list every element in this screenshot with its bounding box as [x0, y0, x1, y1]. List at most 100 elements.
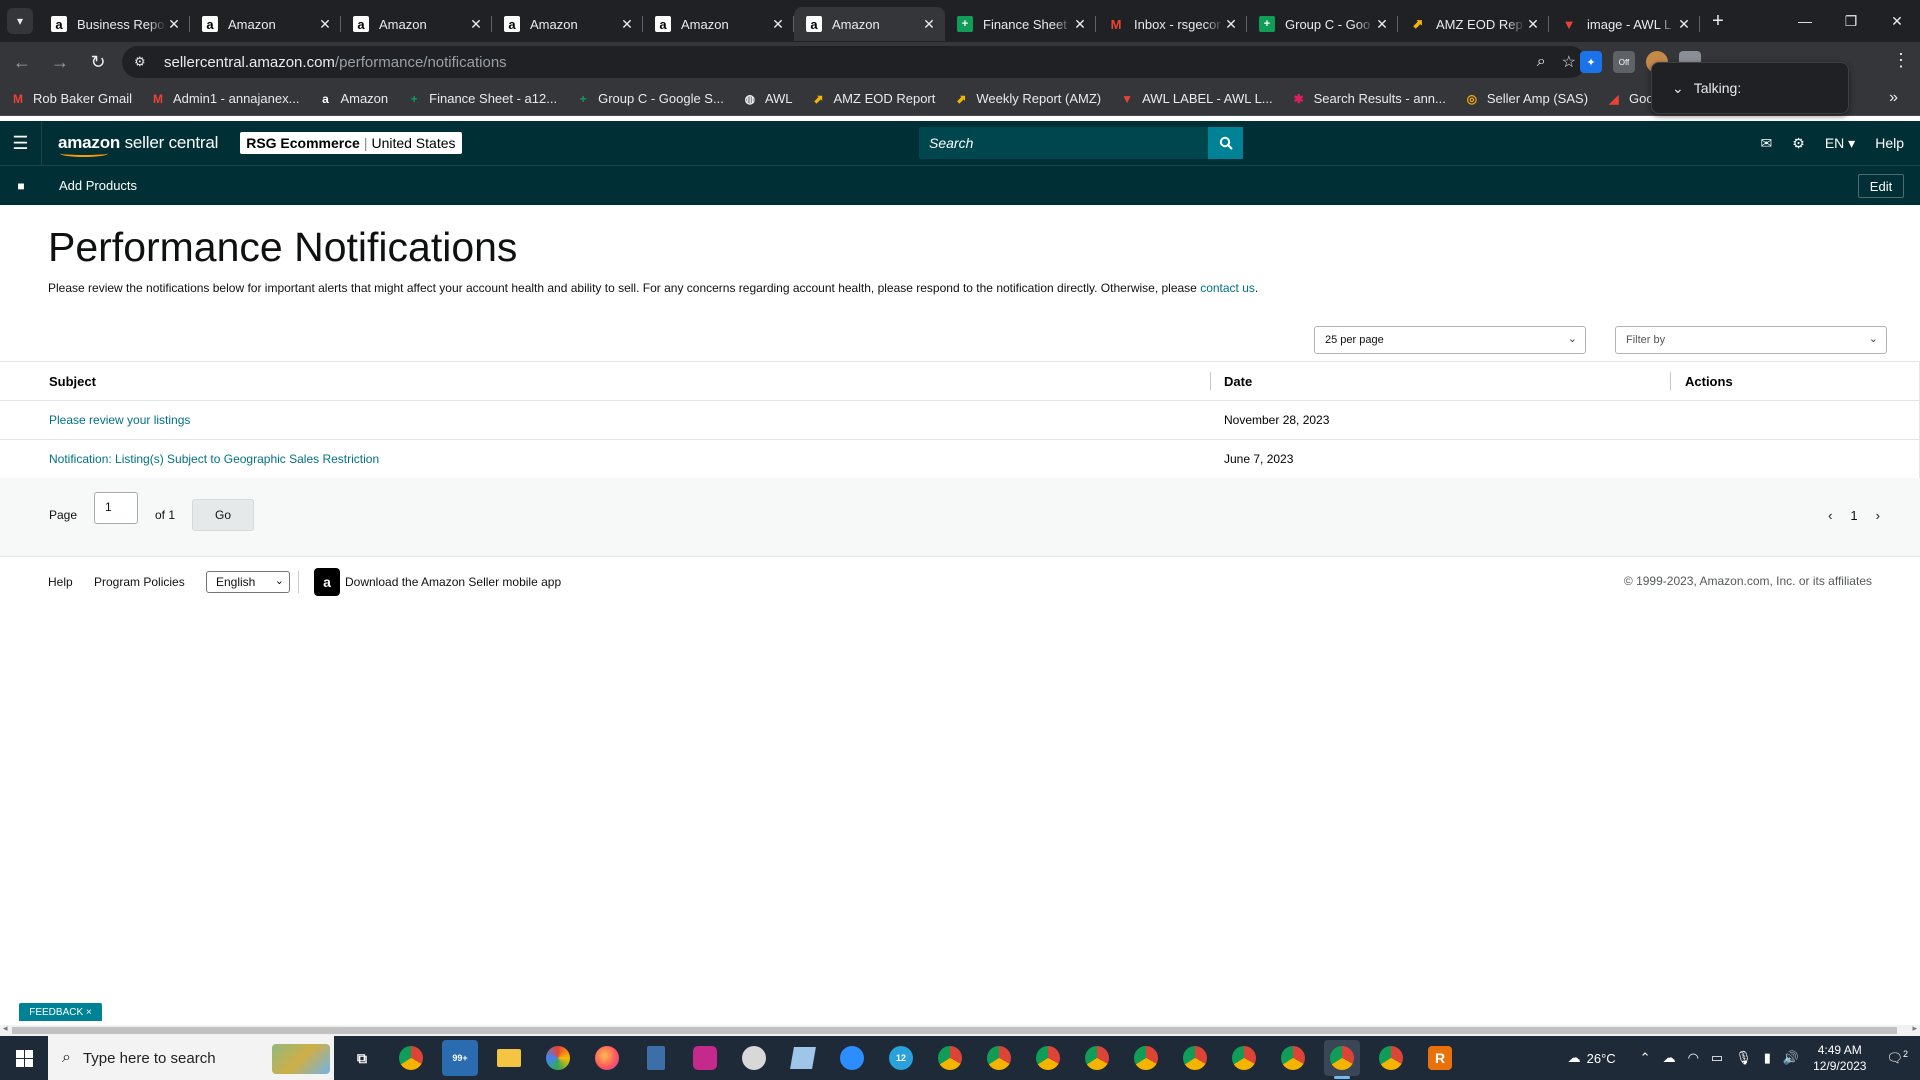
browser-tab[interactable]: a Business Repor ✕	[39, 7, 190, 41]
chrome-icon[interactable]	[393, 1040, 429, 1076]
minimize-icon[interactable]: —	[1782, 0, 1828, 42]
download-app-link[interactable]: Download the Amazon Seller mobile app	[345, 575, 561, 589]
column-header-date[interactable]: Date	[1224, 374, 1252, 389]
per-page-select[interactable]: 25 per page ⌄	[1314, 326, 1586, 354]
browser-tab[interactable]: a Amazon ✕	[794, 7, 945, 41]
browser-tab[interactable]: ▼ image - AWL L ✕	[1549, 7, 1700, 41]
bookmark-item[interactable]: + Group C - Google S...	[575, 91, 724, 107]
bookmark-item[interactable]: ◎ Seller Amp (SAS)	[1464, 91, 1588, 107]
browser-tab[interactable]: + Finance Sheet ✕	[945, 7, 1096, 41]
scroll-right-icon[interactable]: ▸	[1912, 1023, 1917, 1034]
weather-temp[interactable]: 26°C	[1587, 1051, 1616, 1066]
program-policies-link[interactable]: Program Policies	[94, 575, 185, 589]
footer-language-select[interactable]: English ⌄	[206, 571, 290, 593]
bookmark-item[interactable]: ▼ AWL LABEL - AWL L...	[1119, 91, 1272, 107]
bookmark-item[interactable]: M Rob Baker Gmail	[10, 91, 132, 107]
notes-icon[interactable]	[785, 1040, 821, 1076]
battery-icon[interactable]: ▮	[1764, 1050, 1771, 1066]
display-icon[interactable]: ▭	[1711, 1050, 1723, 1066]
close-tab-icon[interactable]: ✕	[1676, 16, 1692, 33]
browser-menu-icon[interactable]: ⋮	[1892, 50, 1910, 71]
windows-start-icon[interactable]	[0, 1036, 48, 1080]
page-number-input[interactable]: 1	[94, 492, 138, 524]
search-input[interactable]: Search	[919, 135, 1208, 151]
extension-icon[interactable]: ✦	[1580, 51, 1602, 73]
browser-tab[interactable]: a Amazon ✕	[492, 7, 643, 41]
back-icon[interactable]: ←	[6, 46, 38, 78]
language-selector[interactable]: EN ▾	[1825, 135, 1855, 152]
previous-page-icon[interactable]: ‹	[1828, 508, 1832, 523]
close-tab-icon[interactable]: ✕	[1223, 16, 1239, 33]
url-text[interactable]: sellercentral.amazon.com/performance/not…	[164, 54, 507, 71]
edit-button[interactable]: Edit	[1858, 174, 1904, 198]
bookmark-item[interactable]: ✱ Search Results - ann...	[1291, 91, 1446, 107]
tab-search-dropdown[interactable]: ▾	[7, 8, 33, 34]
restore-icon[interactable]: ❐	[1828, 0, 1874, 42]
contact-us-link[interactable]: contact us	[1200, 281, 1255, 295]
zoom-app-icon[interactable]	[834, 1040, 870, 1076]
chrome-icon[interactable]	[932, 1040, 968, 1076]
extension-off-icon[interactable]: Off	[1613, 51, 1635, 73]
app-icon[interactable]	[736, 1040, 772, 1076]
omnibox[interactable]: ⚙ sellercentral.amazon.com/performance/n…	[122, 46, 1586, 78]
close-window-icon[interactable]: ✕	[1874, 0, 1920, 42]
scrollbar-thumb[interactable]	[12, 1027, 1897, 1034]
horizontal-scrollbar[interactable]: ◂ ▸	[0, 1023, 1920, 1036]
hamburger-menu-icon[interactable]: ☰	[0, 121, 42, 165]
wifi-icon[interactable]: ◠	[1688, 1050, 1699, 1066]
settings-gear-icon[interactable]: ⚙	[1792, 135, 1805, 152]
site-info-icon[interactable]: ⚙	[134, 54, 156, 70]
weather-icon[interactable]: ☁	[1568, 1050, 1581, 1066]
taskbar-search[interactable]: ⌕ Type here to search	[48, 1036, 334, 1080]
forward-icon[interactable]: →	[44, 46, 76, 78]
new-tab-button[interactable]: +	[1704, 7, 1732, 35]
microphone-icon[interactable]: 🎙	[1735, 1050, 1752, 1066]
more-bookmarks-icon[interactable]: »	[1889, 89, 1898, 107]
app-r-icon[interactable]: R	[1422, 1040, 1458, 1076]
help-link[interactable]: Help	[1875, 135, 1904, 151]
add-products-link[interactable]: Add Products	[59, 178, 137, 193]
chrome-profile-icon[interactable]	[981, 1040, 1017, 1076]
filter-by-select[interactable]: Filter by ⌄	[1615, 326, 1887, 354]
chrome-profile-icon[interactable]	[1373, 1040, 1409, 1076]
next-page-icon[interactable]: ›	[1876, 508, 1880, 523]
close-tab-icon[interactable]: ✕	[1374, 16, 1390, 33]
browser-tab[interactable]: + Group C - Goo ✕	[1247, 7, 1398, 41]
chrome-profile-icon[interactable]	[1079, 1040, 1115, 1076]
close-icon[interactable]: ×	[86, 1007, 92, 1018]
cloud-off-icon[interactable]: ☁	[1663, 1050, 1676, 1066]
chrome-profile-icon[interactable]	[1226, 1040, 1262, 1076]
wps-icon[interactable]	[687, 1040, 723, 1076]
browser-tab[interactable]: a Amazon ✕	[190, 7, 341, 41]
close-tab-icon[interactable]: ✕	[468, 16, 484, 33]
chrome-profile-icon[interactable]	[1128, 1040, 1164, 1076]
chevron-up-icon[interactable]: ⌃	[1640, 1050, 1651, 1066]
close-tab-icon[interactable]: ✕	[317, 16, 333, 33]
chrome-active-icon[interactable]	[1324, 1040, 1360, 1079]
reload-icon[interactable]: ↻	[82, 46, 114, 78]
search-icon[interactable]	[1208, 127, 1243, 159]
chrome-profile-icon[interactable]	[1275, 1040, 1311, 1076]
footer-help-link[interactable]: Help	[48, 575, 73, 589]
bookmark-item[interactable]: ⬈ AMZ EOD Report	[811, 91, 935, 107]
clock[interactable]: 4:49 AM 12/9/2023	[1813, 1042, 1866, 1074]
close-tab-icon[interactable]: ✕	[770, 16, 786, 33]
bookmark-item[interactable]: + Finance Sheet - a12...	[406, 91, 557, 107]
volume-icon[interactable]: 🔊	[1783, 1050, 1799, 1066]
bookmark-icon[interactable]: ■	[0, 179, 42, 193]
close-tab-icon[interactable]: ✕	[166, 16, 182, 33]
close-tab-icon[interactable]: ✕	[1525, 16, 1541, 33]
bookmark-star-icon[interactable]: ☆	[1562, 52, 1576, 72]
close-tab-icon[interactable]: ✕	[921, 16, 937, 33]
notification-subject-link[interactable]: Please review your listings	[49, 413, 190, 427]
notification-center-icon[interactable]: 🗨2	[1886, 1049, 1908, 1066]
account-switcher[interactable]: RSG Ecommerce | United States	[240, 132, 462, 154]
browser-tab[interactable]: a Amazon ✕	[643, 7, 794, 41]
go-button[interactable]: Go	[192, 499, 254, 531]
header-search[interactable]: Search	[919, 127, 1243, 159]
seller-app-icon[interactable]: a	[314, 568, 340, 596]
browser-tab[interactable]: M Inbox - rsgecor ✕	[1096, 7, 1247, 41]
task-view-icon[interactable]: ⧉	[344, 1040, 380, 1076]
calculator-icon[interactable]	[638, 1040, 674, 1076]
browser-tab[interactable]: ⬈ AMZ EOD Rep ✕	[1398, 7, 1549, 41]
